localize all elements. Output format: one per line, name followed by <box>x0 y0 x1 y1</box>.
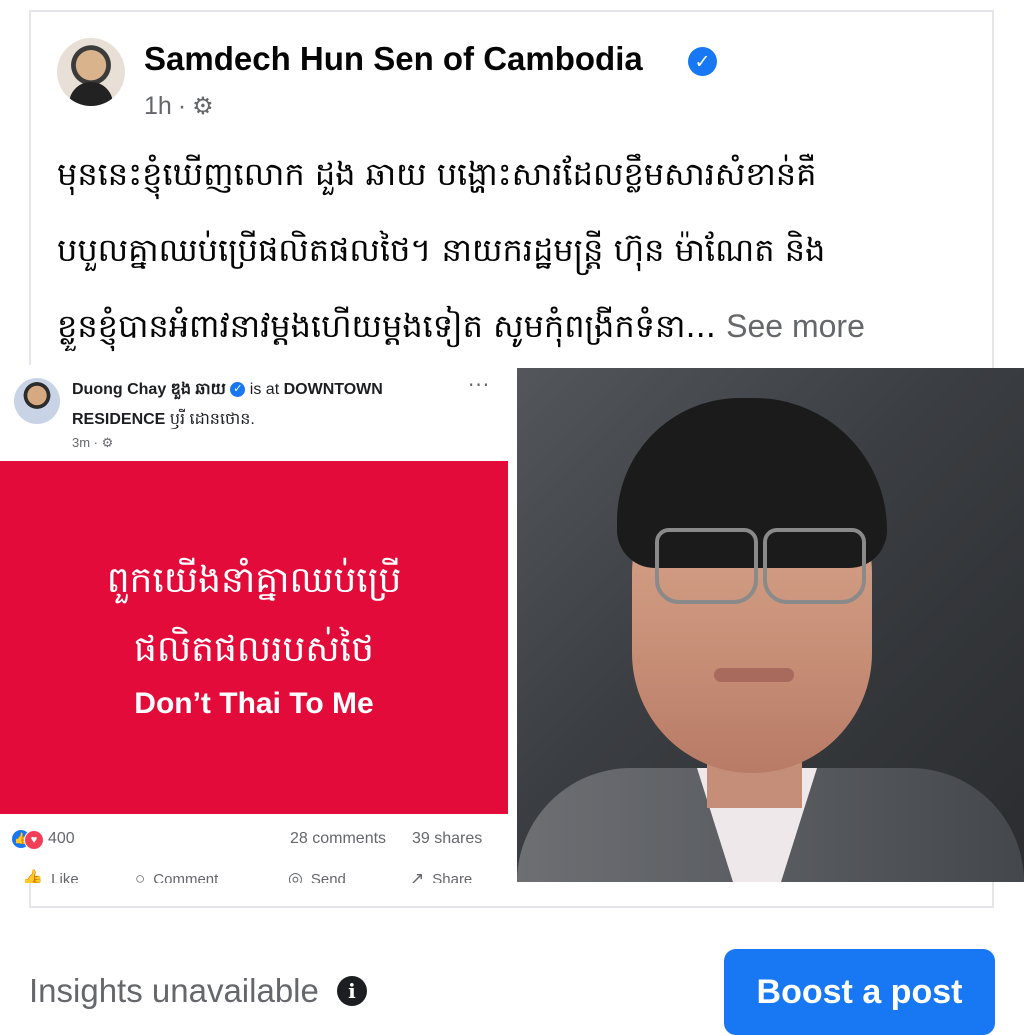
embed-more-options-icon: ··· <box>468 373 491 397</box>
embed-timestamp: 3m <box>72 435 91 450</box>
love-reaction-icon: ♥ <box>24 830 44 850</box>
portrait-glasses-right <box>763 528 866 604</box>
embed-share-label: Share <box>432 870 473 884</box>
embed-header: Duong Chay ឌួង ឆាយ ✓ is at DOWNTOWN RESI… <box>72 375 432 435</box>
banner-line-3: Don’t Thai To Me <box>134 687 374 720</box>
embed-send-label: Send <box>310 870 346 884</box>
embed-meta: 3m · ⚙ <box>72 435 114 450</box>
banner-line-2: ផលិតផលរបស់ថៃ <box>134 629 374 670</box>
info-icon[interactable]: i <box>336 976 367 1006</box>
embedded-post-screenshot: Duong Chay ឌួង ឆាយ ✓ is at DOWNTOWN RESI… <box>0 365 508 883</box>
banner-line-1: ពួកយើងនាំគ្នាឈប់ប្រើ <box>106 560 402 601</box>
embed-comment-label: Comment <box>153 870 219 884</box>
embed-share-action: ↗ Share <box>410 869 472 883</box>
boost-post-button[interactable]: Boost a post <box>724 949 995 1035</box>
portrait-glasses-left <box>655 528 758 604</box>
send-icon: ◎ <box>288 869 303 883</box>
post-footer: Insights unavailable i Boost a post <box>0 930 1024 1035</box>
meta-separator: · <box>177 92 187 120</box>
embed-author-avatar <box>14 378 60 424</box>
insights-status: Insights unavailable i <box>29 972 367 1010</box>
embed-stats: 👍 ♥ 400 28 comments 39 shares <box>12 826 496 852</box>
verified-badge-icon: ✓ <box>688 47 717 76</box>
embed-verified-icon: ✓ <box>230 382 246 398</box>
post-text-line: មុននេះខ្ញុំឃើញលោក ដួង ឆាយ បង្ហោះសារដែលខ្… <box>57 155 817 193</box>
comment-icon: ○ <box>135 869 146 883</box>
post-text-line: ខ្លួនខ្ញុំបានអំពាវនាវម្តងហើយម្តងទៀត សូមក… <box>57 288 957 364</box>
embed-comment-action: ○ Comment <box>135 869 218 883</box>
insights-label: Insights unavailable <box>29 972 319 1009</box>
portrait-mouth <box>714 668 794 682</box>
embed-location-suffix: ឫរី ដោនថោន. <box>169 411 255 428</box>
page-avatar[interactable] <box>57 38 125 106</box>
portrait-photo[interactable] <box>517 368 1024 882</box>
share-icon: ↗ <box>410 869 425 883</box>
post-text-truncated: ខ្លួនខ្ញុំបានអំពាវនាវម្តងហើយម្តងទៀត សូមក… <box>57 307 716 345</box>
comments-count: 28 comments <box>290 830 387 847</box>
post-text: មុននេះខ្ញុំឃើញលោក ដួង ឆាយ បង្ហោះសារដែលខ្… <box>57 136 957 364</box>
embed-checkin-text: is at <box>249 381 280 398</box>
post-timestamp[interactable]: 1h <box>144 92 172 121</box>
like-icon: 👍 <box>22 869 44 883</box>
shares-count: 39 shares <box>412 830 483 847</box>
embed-like-label: Like <box>51 870 79 884</box>
reaction-count: 400 <box>48 830 75 847</box>
page-name[interactable]: Samdech Hun Sen of Cambodia <box>144 40 643 78</box>
embed-send-action: ◎ Send <box>288 869 346 883</box>
embed-gear-icon: ⚙ <box>101 435 114 450</box>
embed-author-name: Duong Chay ឌួង ឆាយ <box>72 381 226 398</box>
embed-red-banner: ពួកយើងនាំគ្នាឈប់ប្រើ ផលិតផលរបស់ថៃ Don’t … <box>0 461 508 814</box>
embed-like-action: 👍 Like <box>22 869 79 883</box>
audience-gear-icon[interactable]: ⚙ <box>192 92 214 121</box>
embed-action-bar: 👍 Like ○ Comment ◎ Send ↗ Share <box>0 865 508 883</box>
post-meta: 1h · ⚙ <box>144 92 214 121</box>
see-more-link[interactable]: See more <box>726 308 865 344</box>
post-text-line: បបួលគ្នាឈប់ប្រើផលិតផលថៃ។ នាយករដ្ឋមន្ត្រី… <box>57 231 826 269</box>
